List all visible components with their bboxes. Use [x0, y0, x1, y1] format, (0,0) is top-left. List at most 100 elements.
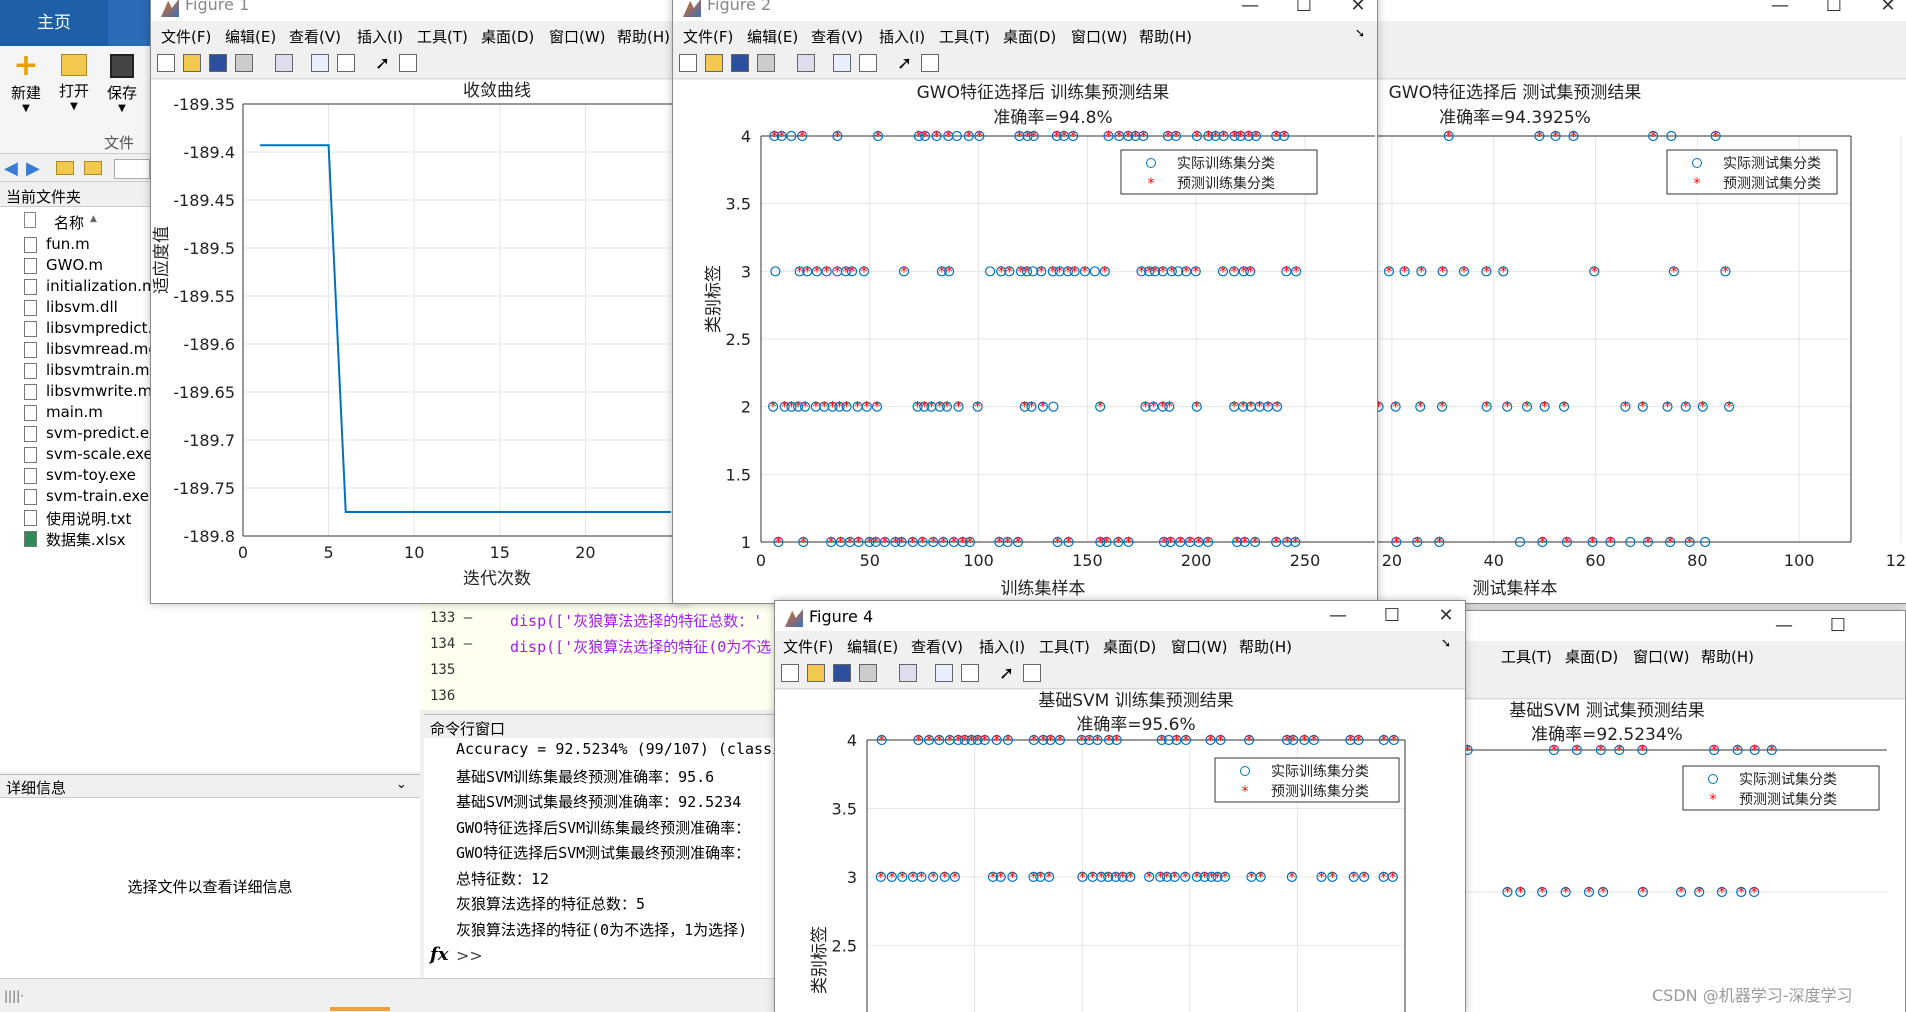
command-prompt[interactable]: >> [456, 946, 483, 965]
print-icon[interactable] [757, 54, 775, 72]
menu-tools[interactable]: 工具(T) [1039, 636, 1090, 657]
list-item[interactable]: libsvmwrite.mex [22, 382, 162, 402]
close-icon[interactable]: ✕ [1431, 604, 1461, 628]
path-field[interactable] [114, 159, 150, 179]
menu-edit[interactable]: 编辑(E) [847, 636, 898, 657]
editor-line[interactable]: 136 [420, 686, 780, 712]
chevron-down-icon[interactable]: ⌄ [396, 777, 407, 792]
property-icon[interactable] [1023, 664, 1041, 682]
list-item[interactable]: 使用说明.txt [22, 508, 162, 528]
browse-icon[interactable] [84, 161, 102, 175]
predicted-point: * [1246, 733, 1253, 749]
minimize-icon[interactable]: — [1765, 0, 1795, 18]
list-item[interactable]: libsvmread.mex [22, 340, 162, 360]
menu-desktop[interactable]: 桌面(D) [481, 26, 534, 47]
editor-line[interactable]: 133 — disp(['灰狼算法选择的特征总数：' [420, 608, 780, 634]
pointer-icon[interactable]: ➚ [897, 53, 912, 74]
menu-window[interactable]: 窗口(W) [1633, 646, 1690, 667]
menu-edit[interactable]: 编辑(E) [225, 26, 276, 47]
menu-tools[interactable]: 工具(T) [939, 26, 990, 47]
open-file-icon[interactable] [183, 54, 201, 72]
maximize-icon[interactable]: ☐ [1377, 604, 1407, 628]
menu-help[interactable]: 帮助(H) [1701, 646, 1754, 667]
editor-line[interactable]: 135 [420, 660, 780, 686]
save-icon[interactable] [833, 664, 851, 682]
list-item[interactable]: svm-predict.exe [22, 424, 162, 444]
pointer-icon[interactable]: ➚ [375, 53, 390, 74]
menu-view[interactable]: 查看(V) [289, 26, 341, 47]
forward-icon[interactable]: ▶ [26, 158, 40, 179]
link-icon[interactable] [275, 54, 293, 72]
menu-tools[interactable]: 工具(T) [417, 26, 468, 47]
save-button[interactable]: 保存 ▼ [104, 50, 140, 120]
maximize-icon[interactable]: ☐ [1823, 614, 1853, 638]
list-item[interactable]: svm-toy.exe [22, 466, 162, 486]
new-figure-icon[interactable] [781, 664, 799, 682]
menu-edit[interactable]: 编辑(E) [747, 26, 798, 47]
print-icon[interactable] [859, 664, 877, 682]
menu-window[interactable]: 窗口(W) [1071, 26, 1128, 47]
list-item[interactable]: libsvmpredict.mex [22, 319, 162, 339]
menu-window[interactable]: 窗口(W) [549, 26, 606, 47]
menu-desktop[interactable]: 桌面(D) [1565, 646, 1618, 667]
minimize-icon[interactable]: — [1323, 604, 1353, 628]
menu-help[interactable]: 帮助(H) [1139, 26, 1192, 47]
menu-tools[interactable]: 工具(T) [1501, 646, 1552, 667]
menu-desktop[interactable]: 桌面(D) [1003, 26, 1056, 47]
new-figure-icon[interactable] [157, 54, 175, 72]
open-button[interactable]: 打开 ▼ [56, 50, 92, 120]
back-icon[interactable]: ◀ [4, 158, 18, 179]
dock-arrow-icon[interactable]: ➘ [1441, 636, 1451, 650]
maximize-icon[interactable]: ☐ [1289, 0, 1319, 18]
menu-file[interactable]: 文件(F) [683, 26, 733, 47]
link-icon[interactable] [899, 664, 917, 682]
save-icon[interactable] [209, 54, 227, 72]
list-item[interactable]: main.m [22, 403, 162, 423]
minimize-icon[interactable]: — [1235, 0, 1265, 18]
open-file-icon[interactable] [807, 664, 825, 682]
up-folder-icon[interactable] [56, 161, 74, 175]
property-icon[interactable] [921, 54, 939, 72]
list-item[interactable]: initialization.m [22, 277, 162, 297]
legend-icon[interactable] [961, 664, 979, 682]
menu-view[interactable]: 查看(V) [911, 636, 963, 657]
legend-icon[interactable] [337, 54, 355, 72]
tab-home[interactable]: 主页 [0, 0, 108, 46]
menu-view[interactable]: 查看(V) [811, 26, 863, 47]
print-icon[interactable] [235, 54, 253, 72]
menu-insert[interactable]: 插入(I) [357, 26, 403, 47]
colorbar-icon[interactable] [833, 54, 851, 72]
new-button[interactable]: + 新建 ▼ [8, 50, 44, 120]
colorbar-icon[interactable] [935, 664, 953, 682]
name-column-header[interactable]: 名称 ▲ [22, 210, 160, 232]
list-item[interactable]: GWO.m [22, 256, 162, 276]
list-item[interactable]: libsvm.dll [22, 298, 162, 318]
minimize-icon[interactable]: — [1769, 614, 1799, 638]
link-icon[interactable] [797, 54, 815, 72]
save-icon[interactable] [731, 54, 749, 72]
colorbar-icon[interactable] [311, 54, 329, 72]
maximize-icon[interactable]: ☐ [1819, 0, 1849, 18]
menu-insert[interactable]: 插入(I) [979, 636, 1025, 657]
open-file-icon[interactable] [705, 54, 723, 72]
menu-help[interactable]: 帮助(H) [617, 26, 670, 47]
menu-insert[interactable]: 插入(I) [879, 26, 925, 47]
menu-help[interactable]: 帮助(H) [1239, 636, 1292, 657]
list-item[interactable]: svm-train.exe [22, 487, 162, 507]
list-item[interactable]: fun.m [22, 235, 162, 255]
menu-window[interactable]: 窗口(W) [1171, 636, 1228, 657]
menu-file[interactable]: 文件(F) [161, 26, 211, 47]
menu-desktop[interactable]: 桌面(D) [1103, 636, 1156, 657]
dock-arrow-icon[interactable]: ➘ [1355, 26, 1365, 40]
list-item[interactable]: svm-scale.exe [22, 445, 162, 465]
list-item[interactable]: libsvmtrain.mex [22, 361, 162, 381]
editor-line[interactable]: 134 — disp(['灰狼算法选择的特征(0为不选 [420, 634, 780, 660]
close-icon[interactable]: ✕ [1343, 0, 1373, 18]
list-item[interactable]: 数据集.xlsx [22, 529, 162, 549]
pointer-icon[interactable]: ➚ [999, 663, 1014, 684]
menu-file[interactable]: 文件(F) [783, 636, 833, 657]
new-figure-icon[interactable] [679, 54, 697, 72]
property-icon[interactable] [399, 54, 417, 72]
legend-icon[interactable] [859, 54, 877, 72]
close-icon[interactable]: ✕ [1873, 0, 1903, 18]
